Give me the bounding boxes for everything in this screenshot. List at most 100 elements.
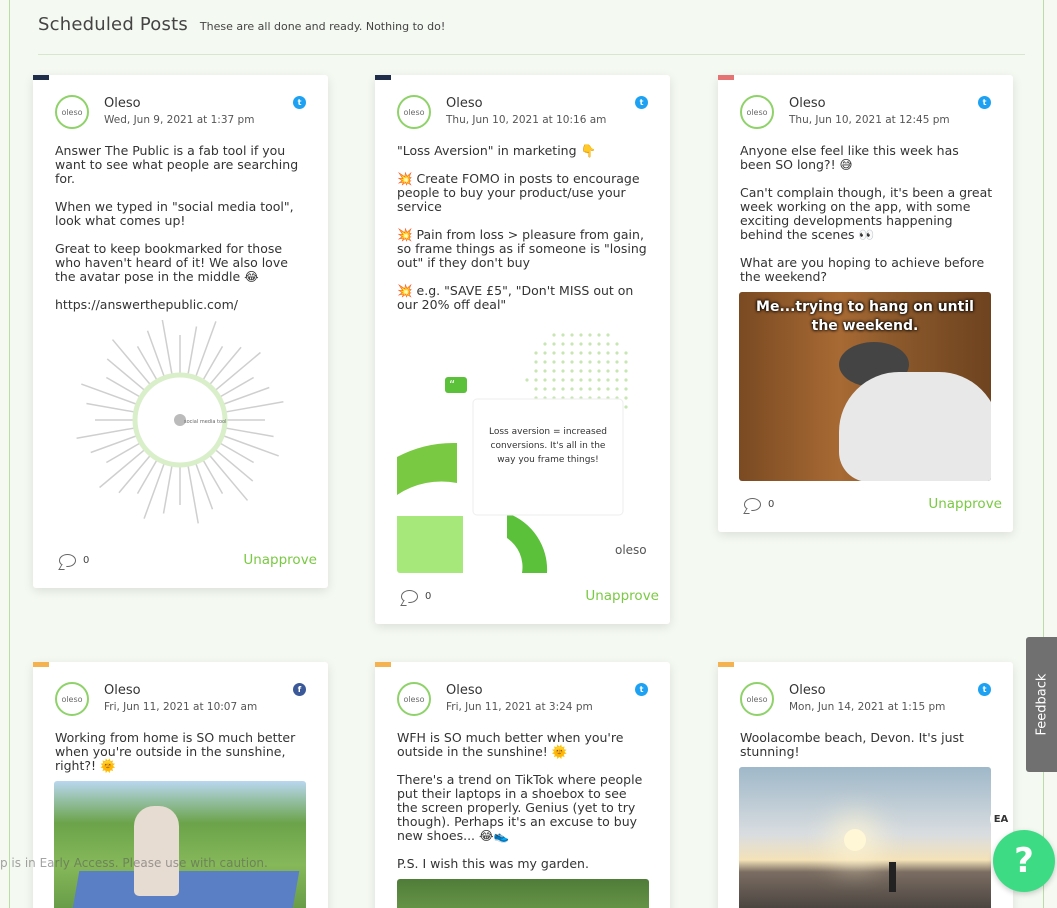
post-card: oleso Oleso Wed, Jun 9, 2021 at 1:37 pm …	[33, 75, 328, 588]
wheel-center-label: social media tool	[184, 419, 226, 425]
post-paragraph: There's a trend on TikTok where people p…	[397, 772, 643, 843]
status-flag	[33, 662, 49, 667]
unapprove-button[interactable]: Unapprove	[243, 552, 317, 568]
status-flag	[375, 75, 391, 80]
page-subtitle: These are all done and ready. Nothing to…	[199, 20, 446, 33]
post-image	[739, 767, 991, 908]
post-date: Thu, Jun 10, 2021 at 12:45 pm	[789, 114, 950, 126]
post-paragraph: P.S. I wish this was my garden.	[397, 856, 589, 871]
answer-the-public-wheel: social media tool	[76, 320, 284, 524]
status-flag	[718, 75, 734, 80]
avatar: oleso	[55, 682, 89, 716]
page-header: Scheduled Posts These are all done and r…	[38, 14, 445, 42]
early-access-notice: p is in Early Access. Please use with ca…	[0, 856, 268, 870]
avatar: oleso	[55, 95, 89, 129]
sun-shape	[844, 829, 866, 851]
post-paragraph: Working from home is SO much better when…	[55, 730, 296, 773]
post-date: Fri, Jun 11, 2021 at 10:07 am	[104, 701, 258, 713]
svg-text:“: “	[449, 378, 455, 392]
comment-icon[interactable]	[401, 590, 418, 603]
post-card: oleso Oleso Thu, Jun 10, 2021 at 10:16 a…	[375, 75, 670, 624]
comment-count: 0	[768, 499, 775, 510]
account-name: Oleso	[789, 683, 826, 698]
post-card: oleso Oleso Thu, Jun 10, 2021 at 12:45 p…	[718, 75, 1013, 532]
person-shape	[134, 806, 179, 896]
feedback-tab[interactable]: Feedback	[1026, 637, 1057, 772]
post-image: social media tool	[54, 320, 306, 535]
post-header: oleso Oleso Fri, Jun 11, 2021 at 10:07 a…	[55, 682, 306, 718]
loss-aversion-graphic: “ Loss aversion = increased conversions.…	[397, 333, 647, 573]
post-card: oleso Oleso Mon, Jun 14, 2021 at 1:15 pm…	[718, 662, 1013, 908]
status-flag	[718, 662, 734, 667]
post-paragraph: 💥 Create FOMO in posts to encourage peop…	[397, 171, 640, 214]
post-paragraph: Can't complain though, it's been a great…	[740, 185, 993, 242]
post-header: oleso Oleso Thu, Jun 10, 2021 at 10:16 a…	[397, 95, 648, 131]
post-image: “ Loss aversion = increased conversions.…	[397, 333, 649, 573]
post-image	[397, 879, 649, 908]
quote-text: Loss aversion = increased conversions. I…	[489, 427, 607, 465]
post-paragraph: Answer The Public is a fab tool if you w…	[55, 143, 299, 186]
post-date: Fri, Jun 11, 2021 at 3:24 pm	[446, 701, 593, 713]
post-image: Me...trying to hang on until the weekend…	[739, 292, 991, 481]
avatar: oleso	[740, 95, 774, 129]
comment-icon[interactable]	[59, 554, 76, 567]
post-footer: 0 Unapprove	[740, 496, 1002, 516]
avatar: oleso	[397, 682, 431, 716]
white-figure-shape	[839, 372, 991, 481]
post-header: oleso Oleso Wed, Jun 9, 2021 at 1:37 pm …	[55, 95, 306, 131]
feedback-label: Feedback	[1034, 673, 1050, 736]
post-paragraph: What are you hoping to achieve before th…	[740, 255, 985, 284]
post-text: Working from home is SO much better when…	[55, 731, 308, 787]
post-paragraph: When we typed in "social media tool", lo…	[55, 199, 294, 228]
header-divider	[38, 54, 1025, 55]
person-silhouette-shape	[889, 862, 896, 892]
picnic-blanket-shape	[68, 871, 300, 908]
twitter-icon: t	[978, 96, 991, 109]
post-paragraph: WFH is SO much better when you're outsid…	[397, 730, 624, 759]
account-name: Oleso	[104, 96, 141, 111]
post-text: WFH is SO much better when you're outsid…	[397, 731, 650, 885]
page-title: Scheduled Posts	[38, 14, 188, 35]
comment-count: 0	[83, 555, 90, 566]
twitter-icon: t	[293, 96, 306, 109]
early-access-badge: EA	[990, 808, 1012, 830]
comment-count: 0	[425, 591, 432, 602]
twitter-icon: t	[635, 683, 648, 696]
post-date: Thu, Jun 10, 2021 at 10:16 am	[446, 114, 607, 126]
post-paragraph: 💥 e.g. "SAVE £5", "Don't MISS out on our…	[397, 283, 634, 312]
post-text: Anyone else feel like this week has been…	[740, 144, 993, 298]
post-text: Answer The Public is a fab tool if you w…	[55, 144, 308, 326]
post-date: Wed, Jun 9, 2021 at 1:37 pm	[104, 114, 255, 126]
brand-logo: oleso	[615, 543, 647, 557]
post-header: oleso Oleso Thu, Jun 10, 2021 at 12:45 p…	[740, 95, 991, 131]
post-date: Mon, Jun 14, 2021 at 1:15 pm	[789, 701, 946, 713]
post-footer: 0 Unapprove	[397, 588, 659, 608]
post-header: oleso Oleso Mon, Jun 14, 2021 at 1:15 pm…	[740, 682, 991, 718]
account-name: Oleso	[446, 96, 483, 111]
post-paragraph: Anyone else feel like this week has been…	[740, 143, 959, 172]
help-button[interactable]: ?	[993, 830, 1055, 892]
status-flag	[33, 75, 49, 80]
account-name: Oleso	[104, 683, 141, 698]
avatar: oleso	[740, 682, 774, 716]
post-paragraph: 💥 Pain from loss > pleasure from gain, s…	[397, 227, 647, 270]
avatar: oleso	[397, 95, 431, 129]
post-paragraph: Great to keep bookmarked for those who h…	[55, 241, 288, 284]
comment-icon[interactable]	[744, 498, 761, 511]
post-text: "Loss Aversion" in marketing 👇 💥 Create …	[397, 144, 650, 326]
post-card: oleso Oleso Fri, Jun 11, 2021 at 3:24 pm…	[375, 662, 670, 908]
post-image	[54, 781, 306, 908]
post-paragraph: "Loss Aversion" in marketing 👇	[397, 143, 597, 158]
twitter-icon: t	[978, 683, 991, 696]
post-paragraph: Woolacombe beach, Devon. It's just stunn…	[740, 730, 964, 759]
post-header: oleso Oleso Fri, Jun 11, 2021 at 3:24 pm…	[397, 682, 648, 718]
gif-caption: Me...trying to hang on until the weekend…	[756, 299, 974, 334]
unapprove-button[interactable]: Unapprove	[928, 496, 1002, 512]
post-footer: 0 Unapprove	[55, 552, 317, 572]
unapprove-button[interactable]: Unapprove	[585, 588, 659, 604]
status-flag	[375, 662, 391, 667]
post-card: oleso Oleso Fri, Jun 11, 2021 at 10:07 a…	[33, 662, 328, 908]
twitter-icon: t	[635, 96, 648, 109]
post-link[interactable]: https://answerthepublic.com/	[55, 298, 308, 312]
account-name: Oleso	[789, 96, 826, 111]
